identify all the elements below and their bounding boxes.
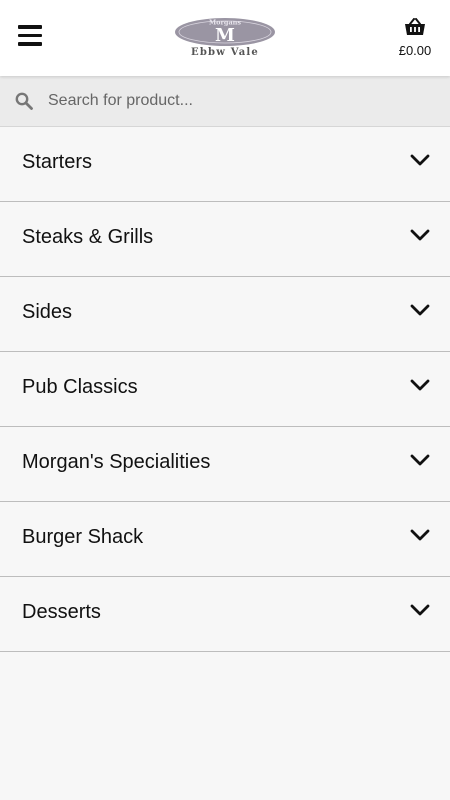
category-item-desserts[interactable]: Desserts xyxy=(0,577,450,652)
search-bar xyxy=(0,76,450,127)
category-label: Starters xyxy=(22,151,93,173)
category-item-pub-classics[interactable]: Pub Classics xyxy=(0,352,450,427)
app-header: Morgans M Ebbw Vale £0.00 xyxy=(0,0,450,76)
category-item-burger-shack[interactable]: Burger Shack xyxy=(0,502,450,577)
restaurant-logo[interactable]: Morgans M Ebbw Vale xyxy=(170,16,280,58)
search-input[interactable] xyxy=(48,76,440,126)
category-label: Desserts xyxy=(22,601,101,623)
category-item-sides[interactable]: Sides xyxy=(0,277,450,352)
chevron-down-icon xyxy=(410,529,430,541)
category-label: Morgan's Specialities xyxy=(22,451,211,473)
chevron-down-icon xyxy=(410,379,430,391)
shopping-basket-icon xyxy=(405,18,425,35)
chevron-down-icon xyxy=(410,304,430,316)
category-item-steaks-grills[interactable]: Steaks & Grills xyxy=(0,202,450,277)
cart-total: £0.00 xyxy=(398,43,432,58)
category-item-starters[interactable]: Starters xyxy=(0,127,450,202)
chevron-down-icon xyxy=(410,154,430,166)
logo-location-text: Ebbw Vale xyxy=(191,47,259,58)
logo-letter: M xyxy=(215,25,235,46)
menu-bar-line xyxy=(18,25,42,29)
category-label: Burger Shack xyxy=(22,526,144,548)
category-label: Pub Classics xyxy=(22,376,138,398)
menu-bar-line xyxy=(18,33,42,37)
category-list: Starters Steaks & Grills Sides Pub Class… xyxy=(0,127,450,652)
category-label: Steaks & Grills xyxy=(22,226,154,248)
chevron-down-icon xyxy=(410,229,430,241)
cart-button[interactable]: £0.00 xyxy=(395,18,435,58)
menu-bar-line xyxy=(18,42,42,46)
chevron-down-icon xyxy=(410,454,430,466)
search-icon xyxy=(15,92,33,110)
logo-emblem-icon: Morgans M xyxy=(175,18,275,46)
chevron-down-icon xyxy=(410,604,430,616)
category-label: Sides xyxy=(22,301,73,323)
category-item-morgans-specialities[interactable]: Morgan's Specialities xyxy=(0,427,450,502)
hamburger-menu-button[interactable] xyxy=(18,25,42,49)
